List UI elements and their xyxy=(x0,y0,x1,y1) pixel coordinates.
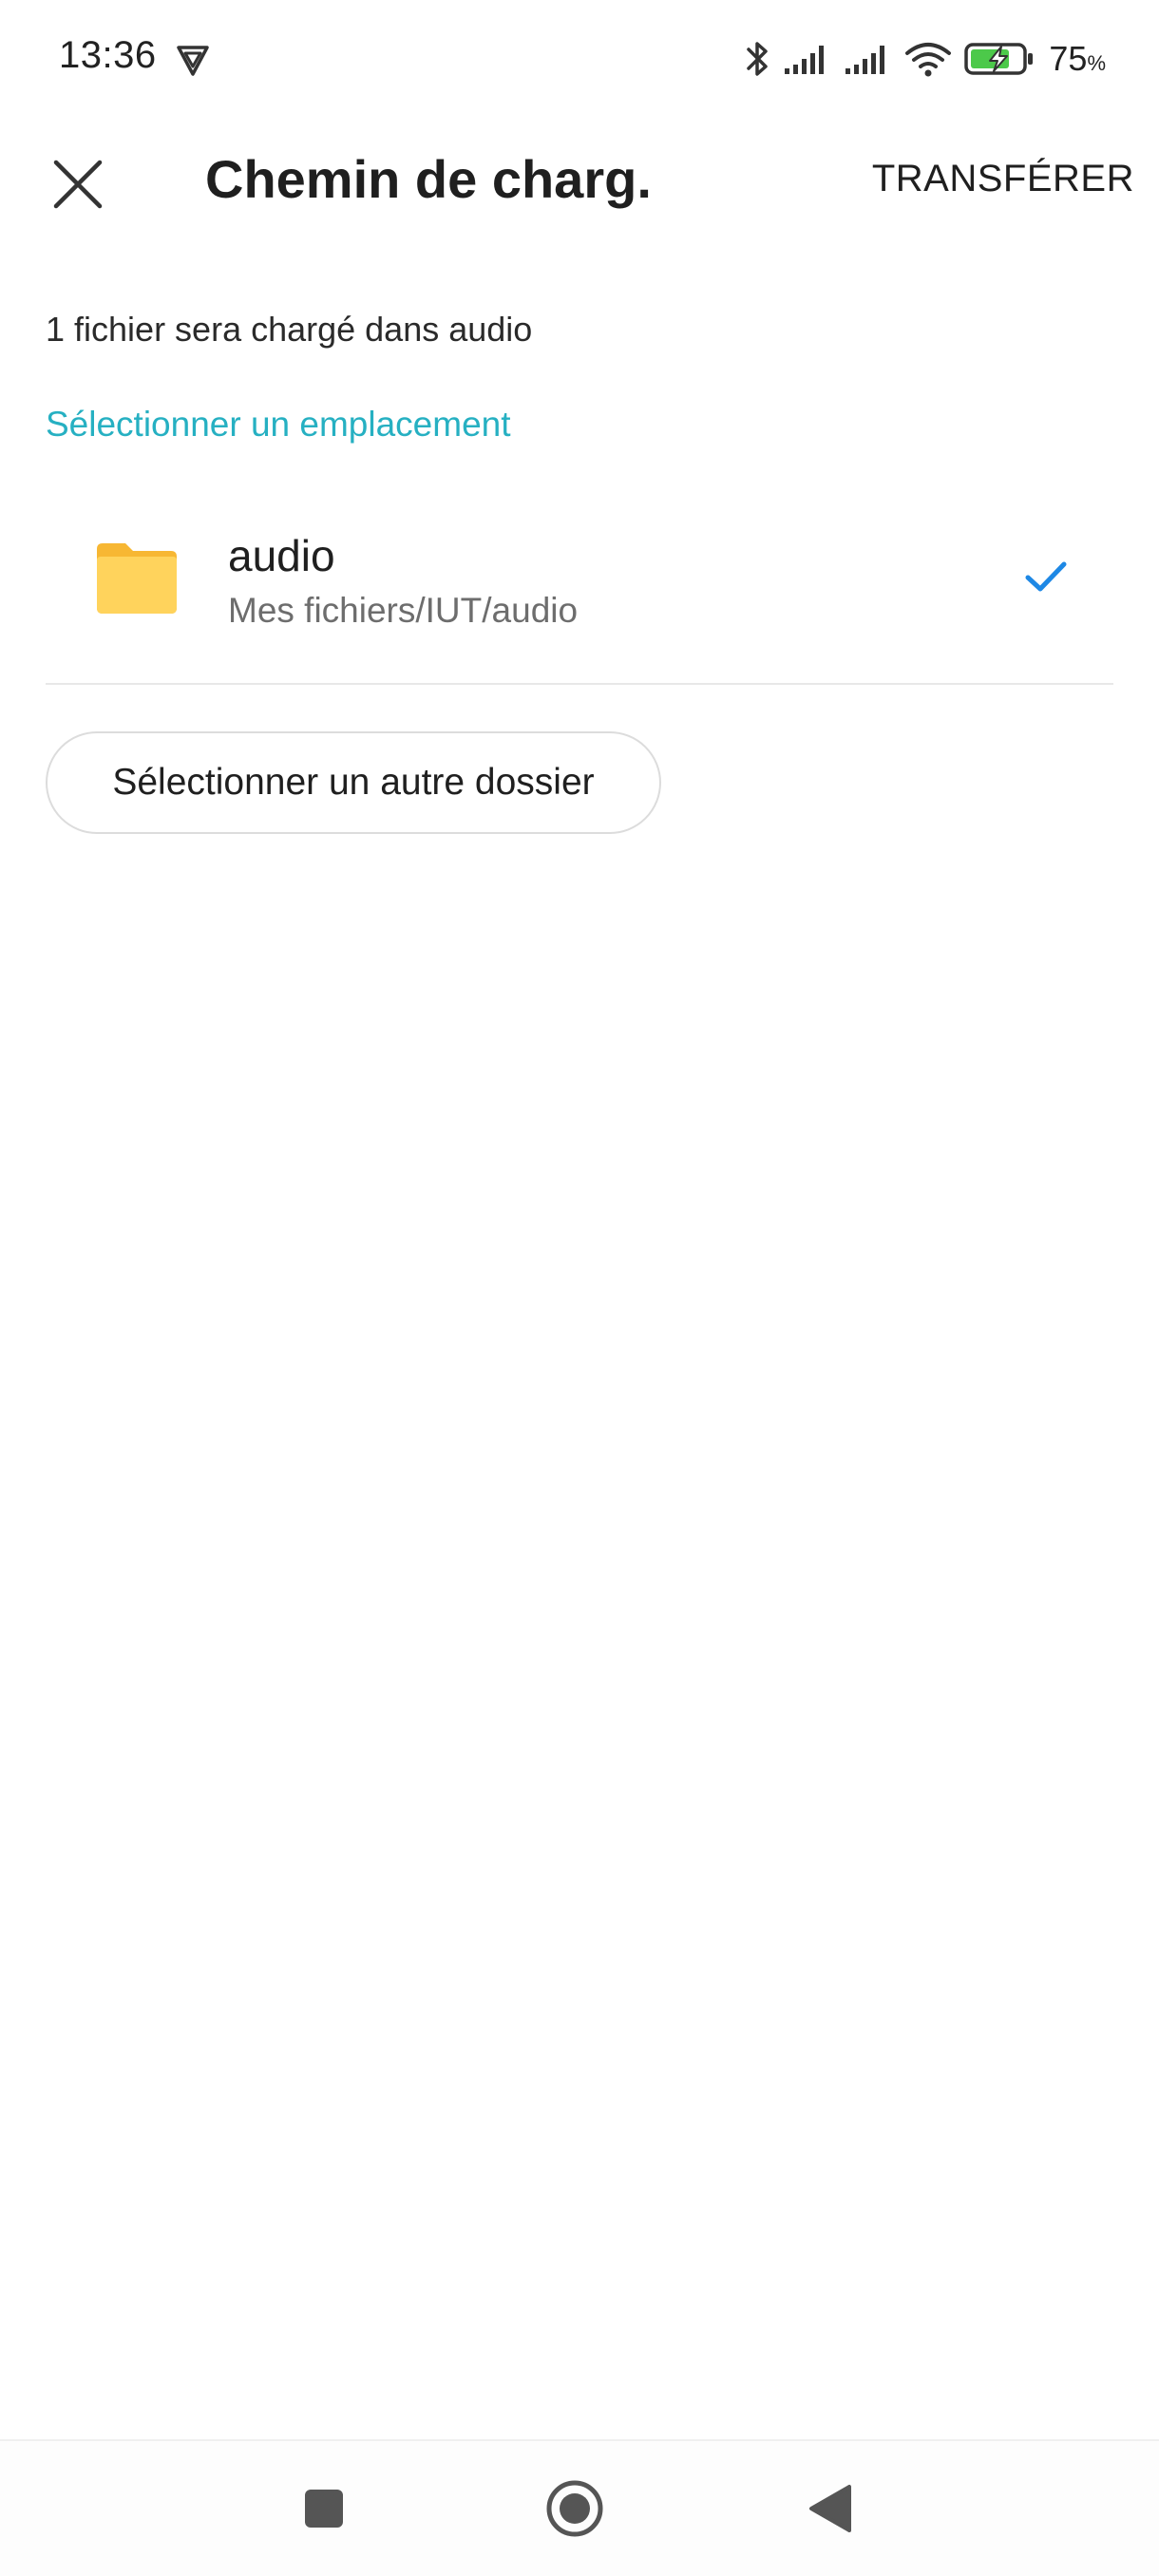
close-button[interactable] xyxy=(38,146,118,226)
battery-charging-icon xyxy=(963,40,1036,78)
wifi-icon xyxy=(904,40,952,78)
check-icon xyxy=(1024,555,1068,598)
section-header-location: Sélectionner un emplacement xyxy=(46,405,511,444)
status-bar: 13:36 75% xyxy=(0,0,1159,118)
circle-home-icon xyxy=(545,2479,604,2543)
signal-icon xyxy=(783,42,832,76)
upload-path-screen: 13:36 75% Chemin de charg. TRANSFÉRER 1 … xyxy=(0,0,1159,2576)
back-button[interactable] xyxy=(798,2479,861,2542)
folder-name: audio xyxy=(228,531,335,580)
recent-apps-button[interactable] xyxy=(293,2479,355,2542)
battery-percent: 75% xyxy=(1049,39,1106,78)
upload-info-text: 1 fichier sera chargé dans audio xyxy=(46,310,533,349)
transfer-button[interactable]: TRANSFÉRER xyxy=(872,158,1134,200)
navigation-bar xyxy=(0,2439,1159,2576)
close-icon xyxy=(52,159,104,215)
folder-icon xyxy=(97,543,177,614)
signal-icon xyxy=(844,42,893,76)
square-icon xyxy=(303,2488,345,2534)
home-button[interactable] xyxy=(543,2479,606,2542)
status-icons: 75% xyxy=(743,32,1106,85)
bluetooth-icon xyxy=(743,38,771,80)
status-time: 13:36 xyxy=(59,34,157,76)
toolbar: Chemin de charg. TRANSFÉRER xyxy=(0,118,1159,241)
shield-vpn-icon xyxy=(175,42,211,78)
folder-path: Mes fichiers/IUT/audio xyxy=(228,591,579,630)
select-other-folder-button[interactable]: Sélectionner un autre dossier xyxy=(46,731,661,834)
divider xyxy=(46,683,1113,685)
page-title: Chemin de charg. xyxy=(205,149,652,209)
triangle-back-icon xyxy=(806,2483,853,2539)
location-item-audio[interactable]: audio Mes fichiers/IUT/audio xyxy=(46,494,1113,684)
